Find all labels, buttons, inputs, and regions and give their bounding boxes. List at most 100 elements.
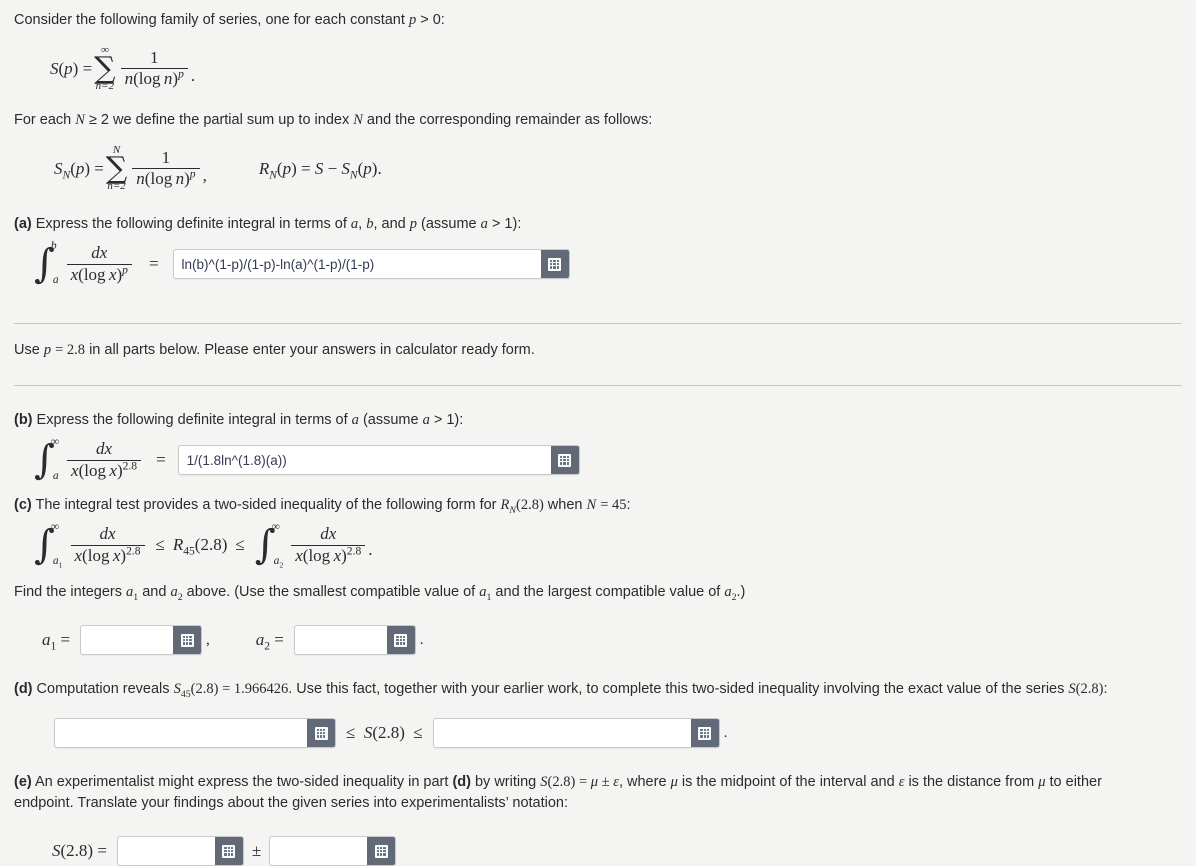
part-e-epsilon-input-group[interactable] bbox=[269, 836, 397, 866]
equation-series-definition: S(p) = ∞ ∑ n=2 1 n(log n)p . bbox=[50, 45, 1182, 92]
part-e-s-label: S(2.8) = bbox=[52, 841, 107, 861]
part-b-label: (b) bbox=[14, 412, 33, 429]
part-b-answer-input-group[interactable] bbox=[177, 445, 580, 476]
part-b-answer-input[interactable] bbox=[178, 446, 551, 475]
calculator-keypad-icon[interactable] bbox=[550, 446, 579, 475]
calculator-keypad-icon[interactable] bbox=[173, 626, 202, 655]
part-c-find-instruction: Find the integers a1 and a2 above. (Use … bbox=[14, 584, 746, 603]
a1-input[interactable] bbox=[81, 626, 174, 655]
integral-symbol-a: ∫ b a bbox=[34, 240, 59, 287]
part-a-answer-input-group[interactable] bbox=[172, 249, 570, 280]
fraction-denominator: x(log x)2.8 bbox=[67, 459, 142, 480]
a1-comma: , bbox=[206, 631, 210, 648]
integrand-fraction-b: dx x(log x)2.8 bbox=[67, 439, 142, 480]
intro-text-before: Consider the following family of series,… bbox=[14, 12, 409, 28]
keypad-grid-icon bbox=[558, 453, 572, 467]
integral-symbol-c-left: ∫ ∞ a1 bbox=[34, 521, 63, 570]
fraction-denominator: x(log x)2.8 bbox=[70, 544, 145, 565]
inequality-sign-2: ≤ bbox=[235, 535, 245, 555]
calculator-keypad-icon[interactable] bbox=[386, 626, 415, 655]
summation-symbol-1: ∞ ∑ n=2 bbox=[94, 45, 115, 92]
part-e-prompt: (e) An experimentalist might express the… bbox=[14, 774, 1102, 812]
part-a-equals: = bbox=[148, 254, 159, 274]
part-d-inequality-middle: ≤ S(2.8) ≤ bbox=[346, 723, 423, 743]
part-d-upper-input[interactable] bbox=[433, 719, 691, 748]
part-a-prompt: (a) Express the following definite integ… bbox=[14, 216, 522, 233]
fraction-denominator: n(log n)p bbox=[120, 68, 188, 88]
part-e-label: (e) bbox=[14, 774, 32, 791]
keypad-grid-icon bbox=[548, 257, 562, 271]
part-b-equals: = bbox=[156, 450, 166, 470]
inequality-sign-2: ≤ bbox=[413, 723, 423, 743]
calculator-keypad-icon[interactable] bbox=[307, 719, 335, 748]
a1-input-group[interactable] bbox=[80, 625, 203, 656]
part-a-answer-input[interactable] bbox=[173, 250, 541, 279]
integrand-fraction-c-left: dx x(log x)2.8 bbox=[70, 524, 145, 565]
calculator-keypad-icon[interactable] bbox=[367, 837, 396, 866]
part-d-prompt: (d) Computation reveals S45(2.8) = 1.966… bbox=[14, 681, 1108, 700]
part-d-answer-row: ≤ S(2.8) ≤ . bbox=[54, 718, 1182, 749]
a2-input-group[interactable] bbox=[293, 625, 416, 656]
eq1-period: . bbox=[190, 66, 196, 86]
integral-lower-limit: a1 bbox=[52, 555, 63, 570]
part-d-lower-input[interactable] bbox=[55, 719, 307, 748]
fraction-denominator: x(log x)p bbox=[66, 263, 132, 284]
calculator-keypad-icon[interactable] bbox=[214, 837, 243, 866]
intro-line-1: Consider the following family of series,… bbox=[14, 10, 1182, 31]
a2-period: . bbox=[419, 631, 424, 648]
part-e-mu-input-group[interactable] bbox=[116, 836, 244, 866]
part-d-lower-input-group[interactable] bbox=[54, 718, 336, 749]
part-d-upper-input-group[interactable] bbox=[432, 718, 720, 749]
plus-minus-sign: ± bbox=[251, 841, 262, 861]
integrand-fraction-c-right: dx x(log x)2.8 bbox=[291, 524, 366, 565]
keypad-grid-icon bbox=[374, 844, 388, 858]
sum-lower-limit: n=2 bbox=[95, 80, 115, 93]
fraction-numerator: dx bbox=[320, 524, 337, 544]
eq1-lhs: S(p) = bbox=[50, 58, 93, 78]
part-a-answer-row: ∫ b a dx x(log x)p = bbox=[32, 240, 1182, 287]
fraction-1: 1 n(log n)p bbox=[120, 47, 188, 89]
a2-input[interactable] bbox=[294, 626, 387, 655]
part-e-mu-input[interactable] bbox=[117, 837, 215, 866]
divider-2 bbox=[14, 385, 1182, 387]
part-d-period: . bbox=[723, 724, 728, 741]
keypad-grid-icon bbox=[394, 633, 408, 647]
equation-partial-sum: SN(p) = N ∑ n=2 1 n(log n)p , RN(p) = S … bbox=[54, 145, 1182, 192]
integral-upper-limit: b bbox=[50, 240, 57, 253]
fraction-2: 1 n(log n)p bbox=[132, 148, 200, 189]
part-b-prompt: (b) Express the following definite integ… bbox=[14, 412, 464, 429]
remainder-term: R45(2.8) bbox=[172, 535, 228, 558]
part-c-answer-row: a1 = , a2 = . bbox=[42, 625, 1182, 656]
part-c-inequality: ∫ ∞ a1 dx x(log x)2.8 ≤ R45(2.8) ≤ ∫ ∞ a… bbox=[32, 521, 1182, 570]
eq2-comma: , bbox=[202, 166, 207, 186]
keypad-grid-icon bbox=[222, 844, 236, 858]
fraction-numerator: 1 bbox=[149, 47, 159, 67]
a1-label: a1 = bbox=[42, 630, 71, 653]
integral-lower-limit: a2 bbox=[273, 555, 284, 570]
part-c-label: (c) bbox=[14, 497, 32, 514]
part-b-answer-row: ∫ ∞ a dx x(log x)2.8 = bbox=[32, 436, 1182, 483]
keypad-grid-icon bbox=[180, 633, 194, 647]
integral-lower-limit: a bbox=[52, 470, 59, 483]
part-c-prompt: (c) The integral test provides a two-sid… bbox=[14, 497, 631, 516]
fraction-numerator: dx bbox=[99, 524, 116, 544]
fraction-numerator: dx bbox=[96, 439, 113, 459]
problem-page: Consider the following family of series,… bbox=[0, 0, 1196, 866]
summation-symbol-2: N ∑ n=2 bbox=[106, 145, 127, 192]
integral-symbol-b: ∫ ∞ a bbox=[34, 436, 60, 483]
eq2-remainder: RN(p) = S − SN(p). bbox=[258, 158, 382, 181]
part-d-label: (d) bbox=[14, 681, 33, 698]
integral-symbol-c-right: ∫ ∞ a2 bbox=[255, 521, 284, 570]
calculator-keypad-icon[interactable] bbox=[540, 250, 569, 279]
calculator-keypad-icon[interactable] bbox=[690, 719, 719, 748]
part-a-label: (a) bbox=[14, 216, 32, 233]
fraction-denominator: n(log n)p bbox=[132, 168, 200, 188]
sum-lower-limit: n=2 bbox=[107, 180, 126, 193]
keypad-grid-icon bbox=[314, 726, 328, 740]
integral-upper-limit: ∞ bbox=[50, 436, 60, 449]
integrand-fraction-a: dx x(log x)p bbox=[66, 243, 132, 284]
fraction-denominator: x(log x)2.8 bbox=[291, 544, 366, 565]
part-e-epsilon-input[interactable] bbox=[270, 837, 368, 866]
integral-upper-limit: ∞ bbox=[271, 521, 280, 534]
integral-lower-limit: a bbox=[52, 274, 59, 287]
